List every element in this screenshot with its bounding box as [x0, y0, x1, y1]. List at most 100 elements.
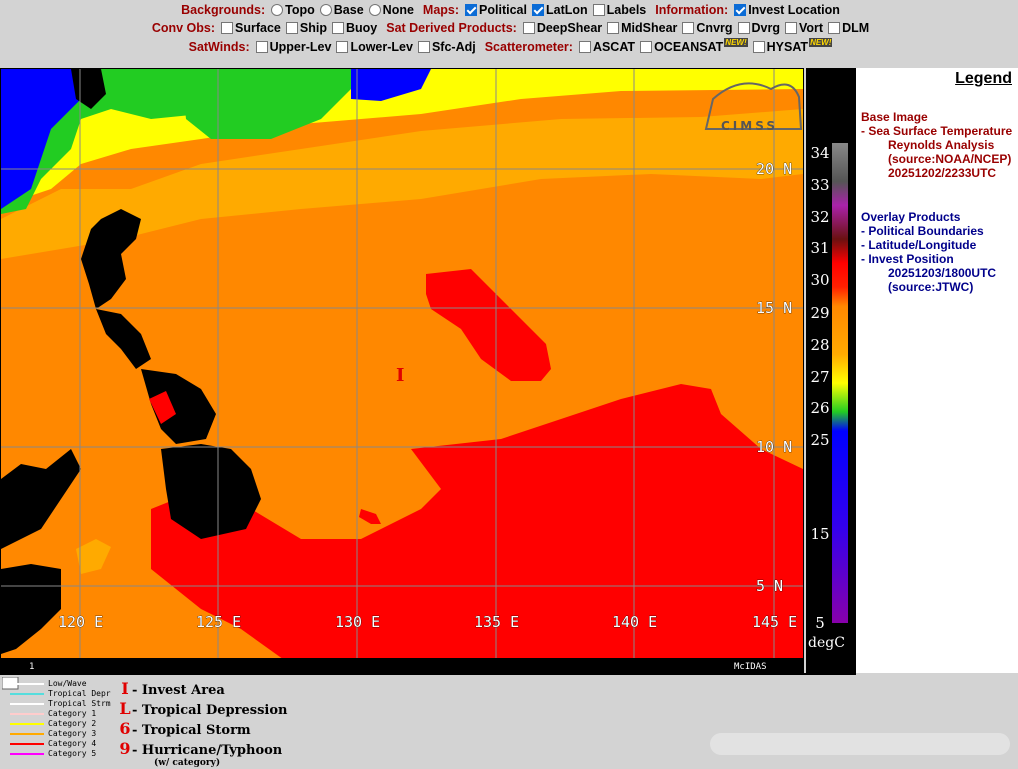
- sat-midshear-label: MidShear: [621, 20, 678, 35]
- storm-symbol-label: - Tropical Storm: [132, 723, 251, 738]
- satwinds-lower-option[interactable]: Lower-Lev: [334, 40, 413, 54]
- satwinds-lower-checkbox[interactable]: [336, 40, 349, 53]
- conv-buoy-checkbox[interactable]: [331, 21, 344, 34]
- conv-surface-checkbox[interactable]: [221, 21, 234, 34]
- storm-symbol-icon: I: [121, 679, 129, 698]
- hysat-new-badge: NEW!: [809, 38, 833, 47]
- storm-symbol-row: 9- Hurricane/Typhoon: [118, 739, 282, 759]
- maps-political-checkbox[interactable]: [465, 3, 478, 16]
- map-footer-left: 1: [29, 662, 34, 672]
- latitude-label: 15 N: [756, 299, 792, 317]
- storm-symbol-icon: 6: [119, 719, 131, 738]
- colorbar-tick-label: 27: [810, 368, 830, 386]
- base-image-sub-2: (source:NOAA/NCEP): [888, 152, 1012, 166]
- information-label: Information:: [655, 2, 729, 17]
- base-image-heading: Base Image: [861, 110, 928, 124]
- scat-hysat-checkbox[interactable]: [752, 40, 765, 53]
- scat-hysat-option[interactable]: HYSAT NEW!: [751, 38, 833, 54]
- invest-location-checkbox[interactable]: [734, 3, 747, 16]
- satwinds-upper-checkbox[interactable]: [255, 40, 268, 53]
- conv-obs-label: Conv Obs:: [151, 20, 216, 35]
- storm-category-label: Category 3: [48, 729, 97, 738]
- colorbar-tick-label: 5: [815, 614, 825, 632]
- maps-latlon-option[interactable]: LatLon: [530, 3, 588, 17]
- storm-category-row: Tropical Depr: [10, 689, 120, 699]
- sat-deepshear-checkbox[interactable]: [522, 21, 535, 34]
- background-topo-radio[interactable]: [271, 3, 284, 16]
- legend-title: Legend: [955, 70, 1012, 87]
- background-none-option[interactable]: None: [367, 3, 414, 17]
- invest-location-option[interactable]: Invest Location: [732, 3, 840, 17]
- scat-oceansat-option[interactable]: OCEANSAT NEW!: [638, 38, 748, 54]
- cimss-logo-text: CIMSS: [721, 119, 778, 133]
- sat-cnvrg-checkbox[interactable]: [682, 21, 695, 34]
- watermark: [710, 733, 1010, 755]
- storm-symbol-label: - Hurricane/Typhoon: [132, 743, 283, 758]
- base-image-sub-1: Reynolds Analysis: [888, 138, 995, 152]
- satwinds-sfc-checkbox[interactable]: [417, 40, 430, 53]
- maps-label: Maps:: [422, 2, 460, 17]
- sat-dvrg-option[interactable]: Dvrg: [736, 21, 780, 35]
- conv-surface-option[interactable]: Surface: [219, 21, 281, 35]
- sat-dvrg-checkbox[interactable]: [737, 21, 750, 34]
- background-topo-option[interactable]: Topo: [269, 3, 315, 17]
- base-image-sub-3: 20251202/2233UTC: [888, 166, 997, 180]
- storm-category-row: Category 3: [10, 729, 120, 739]
- sat-derived-label: Sat Derived Products:: [386, 20, 517, 35]
- satwinds-upper-option[interactable]: Upper-Lev: [254, 39, 332, 54]
- storm-category-row: Category 2: [10, 719, 120, 729]
- invest-marker[interactable]: I: [396, 365, 404, 386]
- conv-buoy-label: Buoy: [345, 20, 378, 35]
- sat-midshear-option[interactable]: MidShear: [605, 21, 677, 35]
- colorbar-tick-label: 28: [810, 336, 830, 354]
- conv-buoy-option[interactable]: Buoy: [330, 21, 377, 35]
- maps-political-option[interactable]: Political: [463, 3, 527, 17]
- sat-dlm-checkbox[interactable]: [828, 21, 841, 34]
- colorbar-tick-label: 33: [810, 176, 830, 194]
- maps-latlon-checkbox[interactable]: [531, 3, 544, 16]
- scat-ascat-label: ASCAT: [592, 39, 636, 54]
- sat-vort-label: Vort: [799, 20, 824, 35]
- controls-row-1: Backgrounds: Topo Base None Maps: Politi…: [0, 0, 1018, 19]
- sat-dlm-option[interactable]: DLM: [826, 21, 869, 35]
- legend-panel: Legend Base Image - Sea Surface Temperat…: [856, 68, 1018, 673]
- background-none-radio[interactable]: [368, 3, 381, 16]
- sat-deepshear-option[interactable]: DeepShear: [521, 21, 602, 35]
- conv-ship-option[interactable]: Ship: [284, 21, 327, 35]
- sat-cnvrg-option[interactable]: Cnvrg: [680, 21, 733, 35]
- sat-vort-option[interactable]: Vort: [783, 21, 823, 35]
- satwinds-sfc-option[interactable]: Sfc-Adj: [416, 40, 476, 54]
- satwinds-upper-label: Upper-Lev: [269, 39, 332, 54]
- sat-vort-checkbox[interactable]: [785, 21, 798, 34]
- conv-ship-checkbox[interactable]: [285, 21, 298, 34]
- maps-labels-option[interactable]: Labels: [591, 3, 646, 17]
- conv-surface-label: Surface: [235, 20, 281, 35]
- scat-ascat-option[interactable]: ASCAT: [577, 40, 635, 54]
- storm-symbol-icon: L: [119, 699, 131, 718]
- storm-symbol-row: I- Invest Area: [118, 679, 225, 699]
- storm-category-label: Category 5: [48, 749, 97, 758]
- scat-hysat-label: HYSAT: [766, 39, 809, 54]
- maps-labels-checkbox[interactable]: [592, 3, 605, 16]
- sst-map-image: 20 N 15 N 10 N 5 N 120 E 125 E 130 E 135 E 140 …: [1, 69, 803, 672]
- scat-oceansat-checkbox[interactable]: [640, 40, 653, 53]
- storm-symbol-label: - Tropical Depression: [132, 703, 288, 718]
- storm-category-swatch: [10, 693, 44, 695]
- base-image-item: - Sea Surface Temperature: [861, 124, 1013, 138]
- storm-category-swatch: [10, 703, 44, 705]
- background-base-radio[interactable]: [319, 3, 332, 16]
- overlay-sub-2: (source:JTWC): [888, 280, 974, 294]
- storm-category-swatch: [10, 753, 44, 755]
- storm-category-label: Tropical Depr: [48, 689, 111, 698]
- storm-category-swatch: [10, 723, 44, 725]
- storm-category-swatch: [10, 743, 44, 745]
- longitude-label: 140 E: [612, 613, 657, 631]
- background-none-label: None: [382, 2, 414, 17]
- scat-ascat-checkbox[interactable]: [578, 40, 591, 53]
- background-base-option[interactable]: Base: [318, 3, 364, 17]
- sat-midshear-checkbox[interactable]: [607, 21, 620, 34]
- scat-oceansat-label: OCEANSAT: [654, 39, 724, 54]
- conv-ship-label: Ship: [299, 20, 327, 35]
- controls-row-3: SatWinds: Upper-Lev Lower-Lev Sfc-Adj Sc…: [0, 37, 1018, 56]
- colorbar-tick-label: 32: [810, 208, 830, 226]
